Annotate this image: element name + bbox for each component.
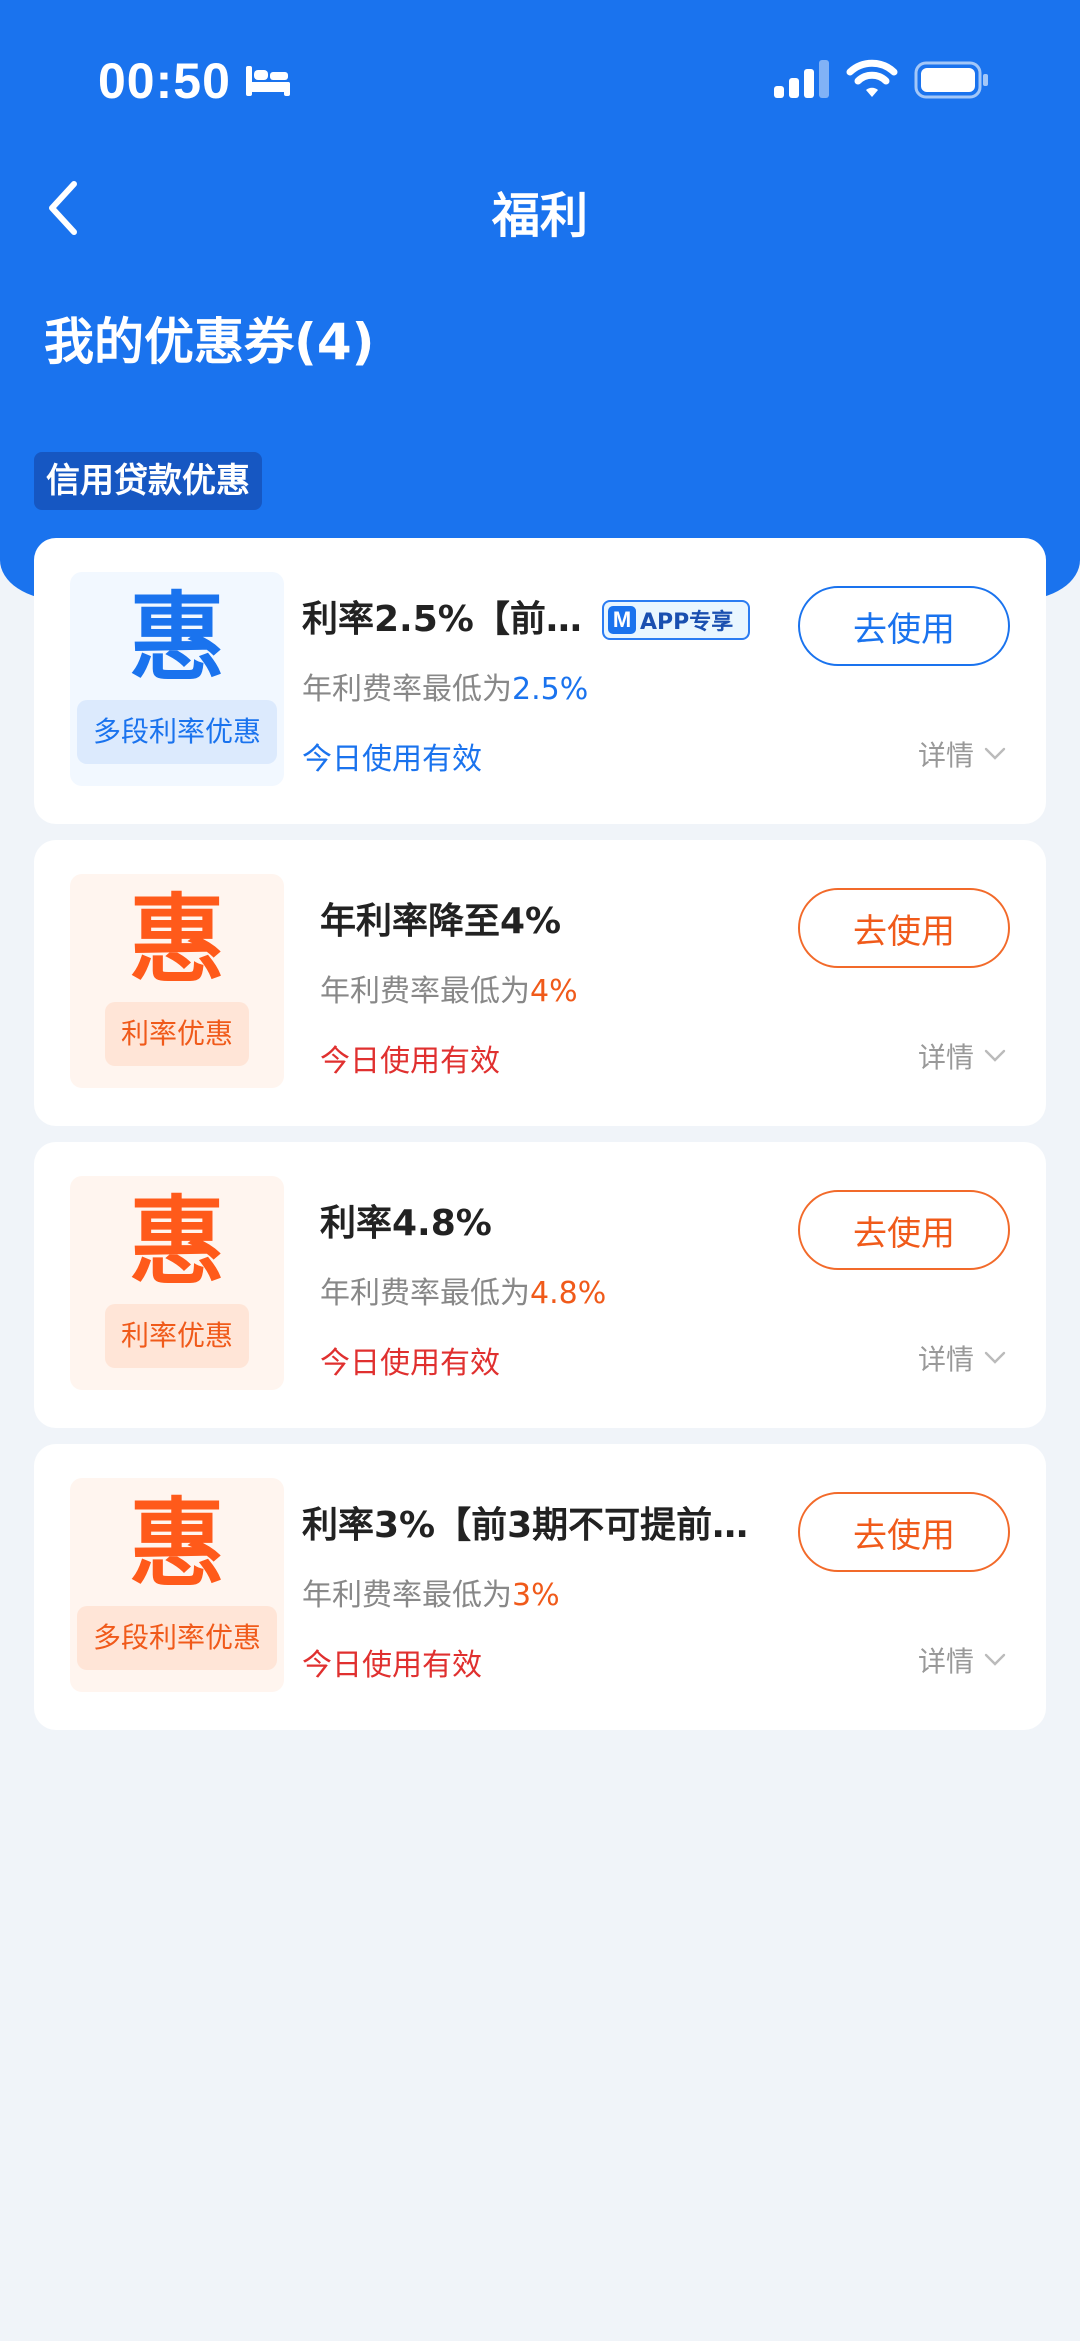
coupon-rate-prefix: 年利费率最低为 [302,1578,512,1613]
coupon-title: 利率3%【前3期不可提前… [302,1505,749,1546]
coupon-title: 利率4.8% [320,1203,492,1244]
coupon-badge: 惠 利率优惠 [70,1176,284,1390]
cellular-signal-icon [774,60,829,98]
coupon-rate: 年利费率最低为3% [302,1570,560,1614]
use-coupon-button[interactable]: 去使用 [798,888,1010,968]
coupon-validity: 今日使用有效 [302,1648,482,1683]
coupon-validity: 今日使用有效 [320,1044,500,1079]
battery-icon [914,61,988,99]
coupon-card: 惠 多段利率优惠 利率3%【前3期不可提前… 年利费率最低为3% 今日使用有效 … [34,1444,1046,1730]
coupon-badge: 惠 多段利率优惠 [70,1478,284,1692]
chevron-down-icon [984,747,1006,760]
coupon-badge-char: 惠 [129,1186,225,1298]
page-title: 福利 [491,188,588,244]
sleep-bed-icon [246,66,290,96]
coupon-card: 惠 利率优惠 利率4.8% 年利费率最低为4.8% 今日使用有效 去使用 详情 [34,1142,1046,1428]
coupon-rate-prefix: 年利费率最低为 [320,974,530,1009]
details-label: 详情 [918,1343,975,1376]
coupon-badge-label: 多段利率优惠 [76,700,278,764]
app-exclusive-tag: M APP专享 [602,600,750,640]
details-toggle[interactable]: 详情 [918,1036,1006,1076]
app-exclusive-label: APP专享 [640,610,734,635]
wifi-icon [846,59,898,97]
details-label: 详情 [918,739,975,772]
coupon-badge-char: 惠 [129,582,225,694]
details-toggle[interactable]: 详情 [918,1640,1006,1680]
details-toggle[interactable]: 详情 [918,1338,1006,1378]
chevron-down-icon [984,1351,1006,1364]
coupon-card: 惠 利率优惠 年利率降至4% 年利费率最低为4% 今日使用有效 去使用 详情 [34,840,1046,1126]
chevron-down-icon [984,1653,1006,1666]
coupon-card: 惠 多段利率优惠 利率2.5%【前… M APP专享 年利费率最低为2.5% 今… [34,538,1046,824]
coupon-badge-label: 多段利率优惠 [76,1606,278,1670]
coupon-rate-prefix: 年利费率最低为 [302,672,512,707]
coupon-badge-char: 惠 [129,1488,225,1600]
use-coupon-button[interactable]: 去使用 [798,1190,1010,1270]
status-time: 00:50 [98,53,231,109]
coupon-badge: 惠 多段利率优惠 [70,572,284,786]
status-bar: 00:50 [0,0,1080,150]
coupon-badge-label: 利率优惠 [104,1002,250,1066]
coupon-rate-value: 4.8% [530,1276,607,1311]
coupon-badge-char: 惠 [129,884,225,996]
coupon-validity: 今日使用有效 [320,1346,500,1381]
details-label: 详情 [918,1041,975,1074]
chevron-down-icon [984,1049,1006,1062]
category-tag-credit-loan: 信用贷款优惠 [34,452,262,510]
coupon-rate: 年利费率最低为4.8% [320,1268,606,1312]
details-label: 详情 [918,1645,975,1678]
details-toggle[interactable]: 详情 [918,734,1006,774]
coupon-validity: 今日使用有效 [302,742,482,777]
coupon-title: 年利率降至4% [320,901,562,942]
page: 00:50 福利 我的优惠券(4) 信用贷款优惠 惠 多段利率优惠 利率2.5%… [0,0,1080,2341]
coupon-rate-prefix: 年利费率最低为 [320,1276,530,1311]
app-logo-icon: M [608,606,636,634]
coupon-count-heading: 我的优惠券(4) [44,313,375,371]
coupon-rate-value: 3% [512,1578,560,1613]
coupon-list: 惠 多段利率优惠 利率2.5%【前… M APP专享 年利费率最低为2.5% 今… [34,538,1046,1746]
coupon-badge-label: 利率优惠 [104,1304,250,1368]
coupon-title: 利率2.5%【前… [302,599,582,640]
coupon-rate: 年利费率最低为2.5% [302,664,588,708]
use-coupon-button[interactable]: 去使用 [798,1492,1010,1572]
coupon-rate: 年利费率最低为4% [320,966,578,1010]
coupon-rate-value: 2.5% [512,672,589,707]
coupon-badge: 惠 利率优惠 [70,874,284,1088]
coupon-rate-value: 4% [530,974,578,1009]
use-coupon-button[interactable]: 去使用 [798,586,1010,666]
